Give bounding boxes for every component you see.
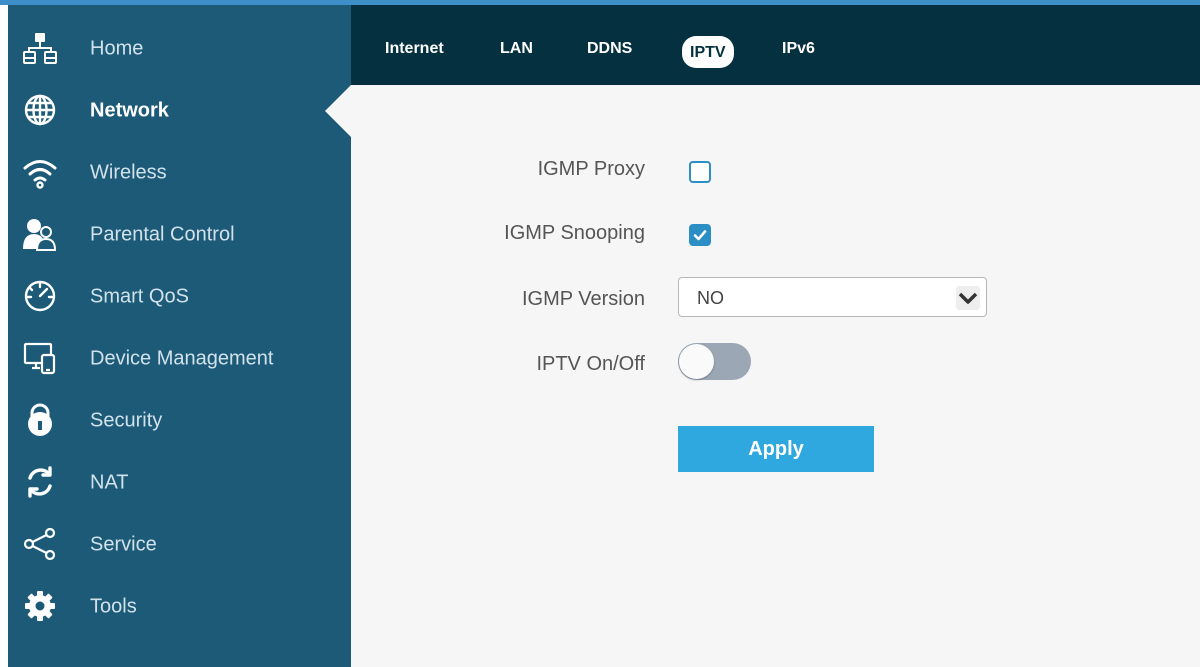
sidebar-item-label: NAT [90, 471, 129, 494]
toggle-knob [679, 344, 714, 379]
iptv-toggle-switch[interactable] [678, 343, 751, 380]
tab-lan[interactable]: LAN [492, 34, 541, 64]
parental-icon [22, 216, 58, 252]
wifi-icon [22, 154, 58, 190]
sidebar-item-tools[interactable]: Tools [8, 576, 351, 638]
tab-bar: Internet LAN DDNS IPTV IPv6 [351, 5, 1200, 85]
igmp-version-select[interactable]: NO [678, 277, 987, 317]
sidebar-item-nat[interactable]: NAT [8, 452, 351, 514]
lock-icon [22, 402, 58, 438]
sidebar-item-service[interactable]: Service [8, 514, 351, 576]
apply-button[interactable]: Apply [678, 426, 874, 472]
sidebar-item-label: Smart QoS [90, 285, 189, 308]
tab-ddns[interactable]: DDNS [579, 34, 640, 64]
sidebar-item-security[interactable]: Security [8, 390, 351, 452]
network-tree-icon [22, 30, 58, 66]
gear-icon [22, 588, 58, 624]
igmp-snooping-checkbox[interactable] [689, 224, 711, 246]
tab-iptv[interactable]: IPTV [682, 36, 734, 68]
sidebar-item-label: Service [90, 533, 157, 556]
sidebar-item-label: Device Management [90, 347, 274, 370]
sidebar: Home Network Wireless Parental Control S… [8, 5, 351, 667]
tab-internet[interactable]: Internet [377, 34, 452, 64]
sidebar-item-label: Wireless [90, 161, 167, 184]
share-icon [22, 526, 58, 562]
sidebar-item-label: Parental Control [90, 223, 235, 246]
igmp-version-value: NO [697, 288, 724, 308]
checkmark-icon [693, 230, 707, 241]
igmp-proxy-label: IGMP Proxy [537, 158, 645, 180]
sidebar-item-parental-control[interactable]: Parental Control [8, 204, 351, 266]
active-indicator-arrow [325, 85, 351, 137]
tab-ipv6[interactable]: IPv6 [774, 34, 823, 64]
iptv-settings-panel: IGMP Proxy IGMP Snooping IGMP Version NO… [351, 85, 1200, 667]
igmp-version-label: IGMP Version [521, 288, 645, 310]
devices-icon [22, 340, 58, 376]
igmp-proxy-checkbox[interactable] [689, 161, 711, 183]
sidebar-item-label: Network [90, 99, 169, 122]
sidebar-item-smart-qos[interactable]: Smart QoS [8, 266, 351, 328]
speedometer-icon [22, 278, 58, 314]
refresh-icon [22, 464, 58, 500]
globe-icon [22, 92, 58, 128]
sidebar-item-label: Security [90, 409, 163, 432]
sidebar-item-home[interactable]: Home [8, 18, 351, 80]
chevron-down-icon [956, 286, 980, 310]
iptv-toggle-label: IPTV On/Off [536, 353, 645, 375]
sidebar-item-label: Home [90, 37, 144, 60]
igmp-snooping-label: IGMP Snooping [504, 222, 645, 244]
sidebar-item-label: Tools [90, 595, 137, 618]
sidebar-item-network[interactable]: Network [8, 80, 351, 142]
sidebar-item-device-management[interactable]: Device Management [8, 328, 351, 390]
sidebar-item-wireless[interactable]: Wireless [8, 142, 351, 204]
